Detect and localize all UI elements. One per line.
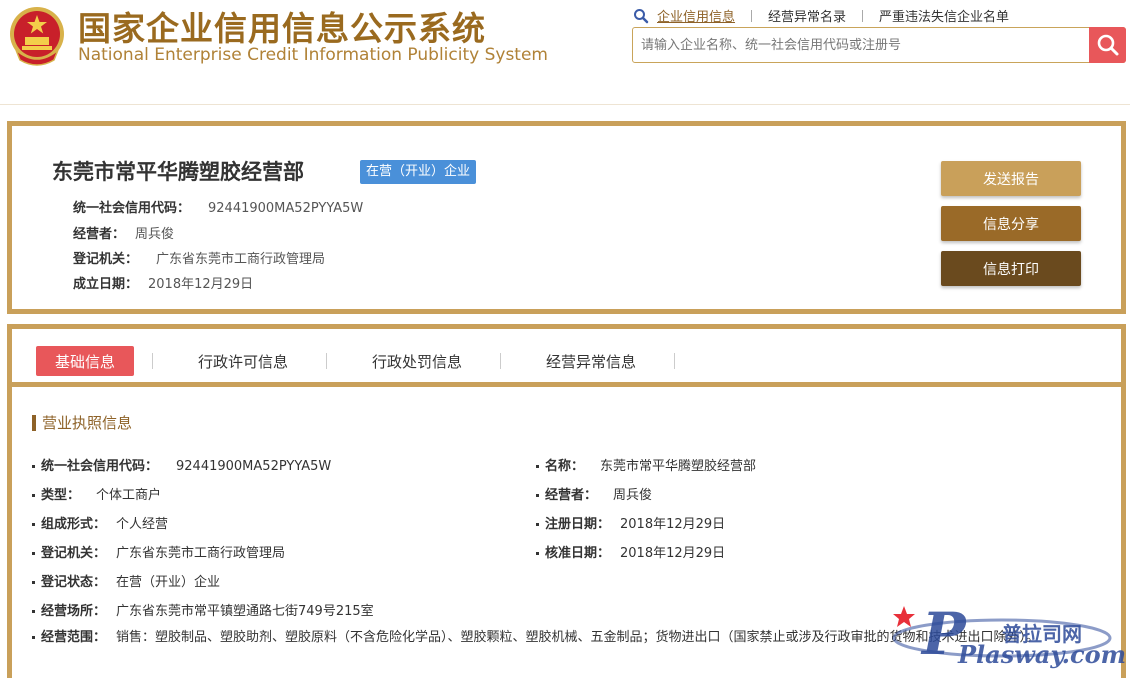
field-type: 类型： 个体工商户 bbox=[32, 484, 161, 503]
authority-label: 登记机关： bbox=[73, 252, 139, 267]
summary-authority: 登记机关： 广东省东莞市工商行政管理局 bbox=[73, 248, 325, 267]
section-title: 营业执照信息 bbox=[32, 412, 132, 433]
tab-admin-penalty[interactable]: 行政处罚信息 bbox=[356, 346, 478, 376]
field-authority: 登记机关： 广东省东莞市工商行政管理局 bbox=[32, 542, 285, 561]
tab-basic-info[interactable]: 基础信息 bbox=[36, 346, 134, 376]
field-name: 名称： 东莞市常平华腾塑胶经营部 bbox=[536, 455, 756, 474]
search-icon bbox=[634, 8, 649, 23]
field-address: 经营场所： 广东省东莞市常平镇塑通路七街749号215室 bbox=[32, 600, 374, 619]
field-operator: 经营者： 周兵俊 bbox=[536, 484, 652, 503]
tab-divider bbox=[674, 353, 675, 369]
field-label: 经营场所： bbox=[41, 604, 107, 619]
search-input[interactable] bbox=[633, 28, 1089, 62]
field-business-scope: 经营范围： 销售：塑胶制品、塑胶助剂、塑胶原料（不含危险化学品）、塑胶颗粒、塑胶机… bbox=[32, 625, 1092, 651]
share-info-button[interactable]: 信息分享 bbox=[941, 206, 1081, 241]
field-value: 销售：塑胶制品、塑胶助剂、塑胶原料（不含危险化学品）、塑胶颗粒、塑胶机械、五金制… bbox=[116, 630, 1040, 645]
field-credit-code: 统一社会信用代码： 92441900MA52PYYA5W bbox=[32, 455, 331, 474]
field-value: 周兵俊 bbox=[613, 488, 653, 503]
print-info-button[interactable]: 信息打印 bbox=[941, 251, 1081, 286]
field-value: 个体工商户 bbox=[96, 488, 162, 503]
field-status: 登记状态： 在营（开业）企业 bbox=[32, 571, 220, 590]
summary-operator: 经营者： 周兵俊 bbox=[73, 223, 174, 242]
tab-divider bbox=[152, 353, 153, 369]
link-abnormal-operation-list[interactable]: 经营异常名录 bbox=[768, 6, 846, 25]
site-title-cn: 国家企业信用信息公示系统 bbox=[78, 9, 486, 48]
national-emblem-icon bbox=[10, 7, 64, 66]
tab-admin-license[interactable]: 行政许可信息 bbox=[182, 346, 304, 376]
field-label: 登记机关： bbox=[41, 546, 107, 561]
field-value: 广东省东莞市常平镇塑通路七街749号215室 bbox=[116, 604, 374, 619]
link-serious-violation-list[interactable]: 严重违法失信企业名单 bbox=[879, 6, 1009, 25]
credit-code-label: 统一社会信用代码： bbox=[73, 201, 191, 216]
operator-value: 周兵俊 bbox=[135, 227, 175, 242]
field-form: 组成形式： 个人经营 bbox=[32, 513, 168, 532]
search-button[interactable] bbox=[1089, 27, 1126, 63]
status-badge: 在营（开业）企业 bbox=[360, 160, 477, 184]
field-value: 2018年12月29日 bbox=[620, 546, 726, 561]
field-label: 组成形式： bbox=[41, 517, 107, 532]
credit-code-value: 92441900MA52PYYA5W bbox=[208, 201, 364, 216]
link-divider bbox=[862, 9, 864, 22]
magnifier-icon bbox=[1097, 34, 1118, 56]
founded-label: 成立日期： bbox=[73, 277, 139, 292]
summary-credit-code: 统一社会信用代码： 92441900MA52PYYA5W bbox=[73, 197, 363, 216]
tab-bar: 基础信息 行政许可信息 行政处罚信息 经营异常信息 bbox=[12, 329, 1121, 387]
site-title-en: National Enterprise Credit Information P… bbox=[78, 45, 548, 65]
link-enterprise-credit-info[interactable]: 企业信用信息 bbox=[657, 6, 735, 25]
founded-value: 2018年12月29日 bbox=[148, 277, 254, 292]
field-value: 广东省东莞市工商行政管理局 bbox=[116, 546, 286, 561]
field-value: 在营（开业）企业 bbox=[116, 575, 221, 590]
field-label: 经营范围： bbox=[41, 630, 107, 645]
field-label: 登记状态： bbox=[41, 575, 107, 590]
field-value: 92441900MA52PYYA5W bbox=[176, 459, 332, 474]
field-label: 名称： bbox=[545, 459, 585, 474]
operator-label: 经营者： bbox=[73, 227, 126, 242]
top-links: 企业信用信息 经营异常名录 严重违法失信企业名单 bbox=[633, 6, 1009, 25]
tab-abnormal-operation[interactable]: 经营异常信息 bbox=[530, 346, 652, 376]
tab-divider bbox=[500, 353, 501, 369]
authority-value: 广东省东莞市工商行政管理局 bbox=[156, 252, 326, 267]
section-title-text: 营业执照信息 bbox=[42, 414, 133, 432]
search-box bbox=[632, 27, 1126, 63]
details-panel: 基础信息 行政许可信息 行政处罚信息 经营异常信息 营业执照信息 统一社会信用代… bbox=[7, 324, 1126, 678]
link-divider bbox=[751, 9, 753, 22]
site-header: 国家企业信用信息公示系统 National Enterprise Credit … bbox=[0, 0, 1130, 105]
field-value: 东莞市常平华腾塑胶经营部 bbox=[600, 459, 757, 474]
field-value: 个人经营 bbox=[116, 517, 169, 532]
field-value: 2018年12月29日 bbox=[620, 517, 726, 532]
field-label: 注册日期： bbox=[545, 517, 611, 532]
field-reg-date: 注册日期： 2018年12月29日 bbox=[536, 513, 725, 532]
company-summary-card: 东莞市常平华腾塑胶经营部 在营（开业）企业 统一社会信用代码： 92441900M… bbox=[7, 121, 1126, 314]
section-marker bbox=[32, 414, 36, 431]
field-approval-date: 核准日期： 2018年12月29日 bbox=[536, 542, 725, 561]
field-label: 类型： bbox=[41, 488, 81, 503]
send-report-button[interactable]: 发送报告 bbox=[941, 161, 1081, 196]
field-label: 经营者： bbox=[545, 488, 598, 503]
tab-divider bbox=[326, 353, 327, 369]
field-label: 统一社会信用代码： bbox=[41, 459, 159, 474]
company-name: 东莞市常平华腾塑胶经营部 bbox=[52, 160, 304, 184]
field-label: 核准日期： bbox=[545, 546, 611, 561]
summary-founded: 成立日期： 2018年12月29日 bbox=[73, 273, 253, 292]
